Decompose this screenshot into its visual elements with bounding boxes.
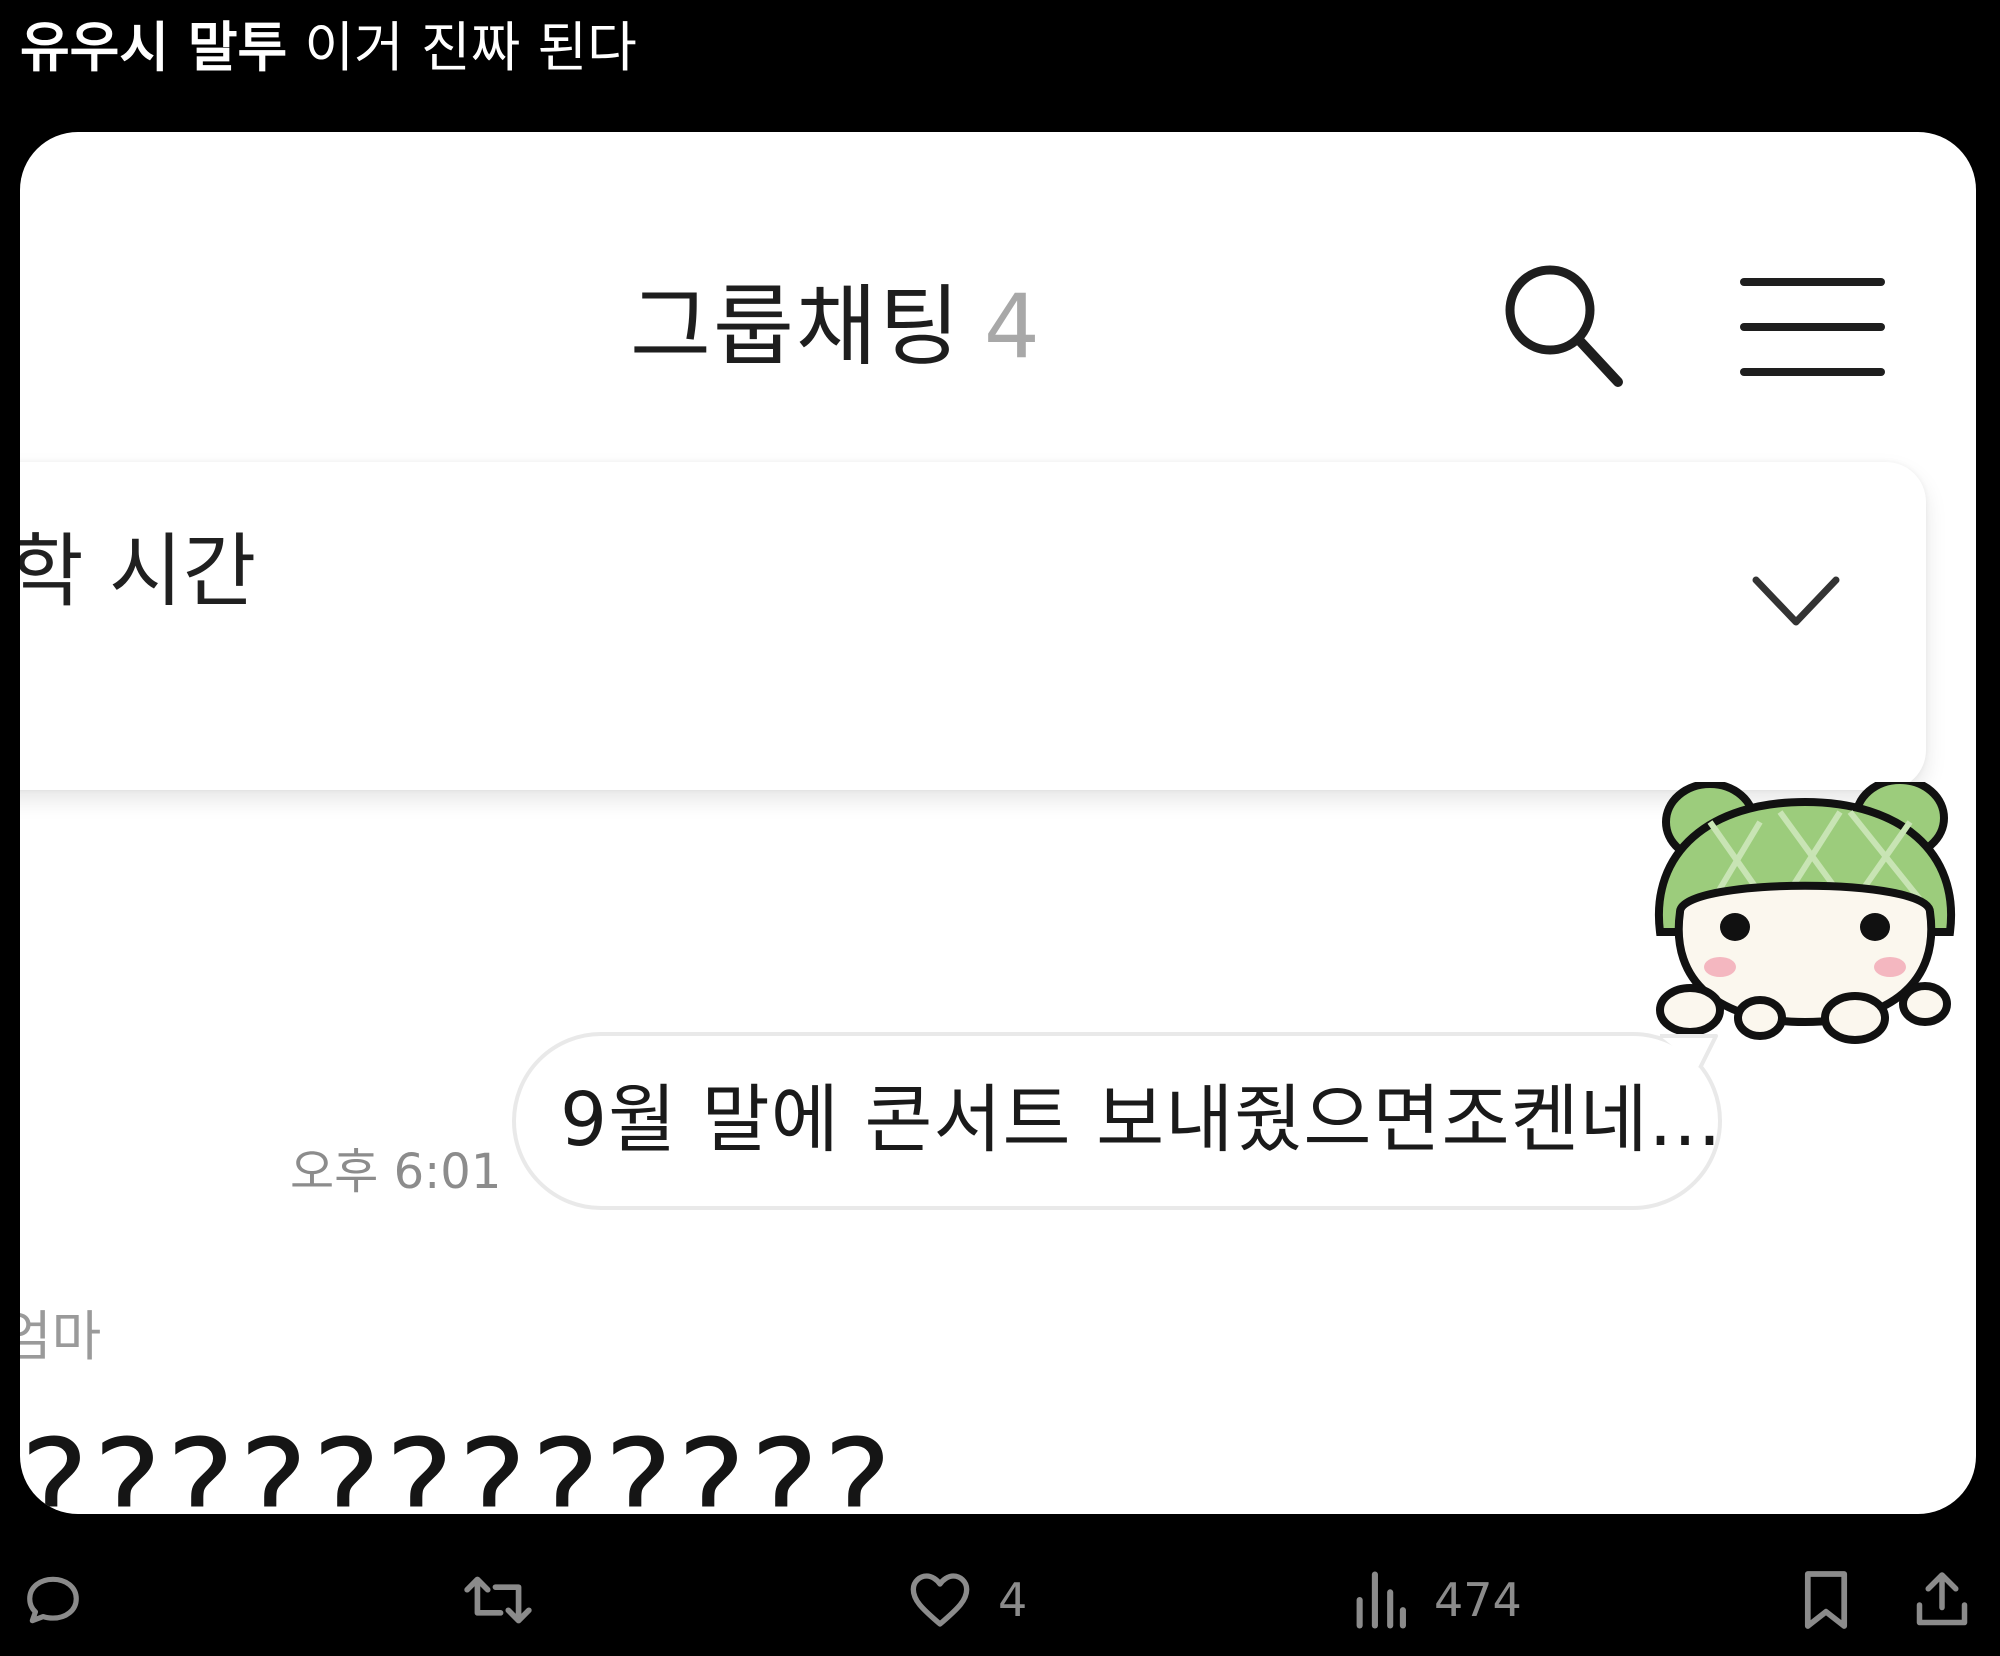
share-icon: [1916, 1572, 1968, 1626]
like-count: 4: [998, 1573, 1028, 1627]
chat-member-count: 4: [983, 275, 1042, 378]
bookmark-button[interactable]: [1800, 1560, 1852, 1640]
notice-panel: 학 시간: [20, 462, 1926, 790]
retweet-button[interactable]: [462, 1560, 534, 1640]
tweet-action-bar: 4 474: [0, 1560, 2000, 1640]
frog-character-sticker: [1654, 782, 1956, 1044]
chat-title: 그룹채팅: [630, 275, 962, 378]
menu-icon: [1740, 278, 1885, 376]
views-button[interactable]: 474: [1352, 1560, 1522, 1640]
chat-header-title: 그룹채팅 4: [630, 272, 1042, 382]
chevron-down-icon: [1752, 576, 1840, 626]
retweet-icon: [464, 1576, 532, 1624]
sender-name: 엄마: [20, 1305, 102, 1368]
outgoing-message-text: 9월 말에 콘서트 보내줬으면조켄네...: [560, 1077, 1723, 1163]
bubble-tail: [1660, 1034, 1718, 1069]
message-timestamp: 오후 6:01: [290, 1144, 502, 1200]
search-icon: [1505, 265, 1623, 387]
reply-icon: [27, 1576, 79, 1624]
views-icon: [1356, 1571, 1406, 1629]
bookmark-icon: [1804, 1571, 1848, 1629]
notice-text: 학 시간: [20, 525, 257, 618]
tweet-text-rest: 이거 진짜 된다: [287, 16, 637, 79]
share-button[interactable]: [1912, 1560, 1972, 1640]
tweet-text: 유우시 말투 이거 진짜 된다: [20, 12, 637, 84]
incoming-message-text: ????????????: [20, 1411, 896, 1514]
tweet-text-bold: 유우시 말투: [20, 16, 288, 79]
tweet-media-image[interactable]: 그룹채팅 4 학 시간 오후 6:01 9월 말에 콘서트 보내줬으면조켄네..…: [20, 132, 1976, 1514]
views-count: 474: [1434, 1573, 1522, 1627]
reply-button[interactable]: [22, 1560, 84, 1640]
heart-icon: [910, 1573, 970, 1627]
like-button[interactable]: 4: [908, 1560, 1027, 1640]
